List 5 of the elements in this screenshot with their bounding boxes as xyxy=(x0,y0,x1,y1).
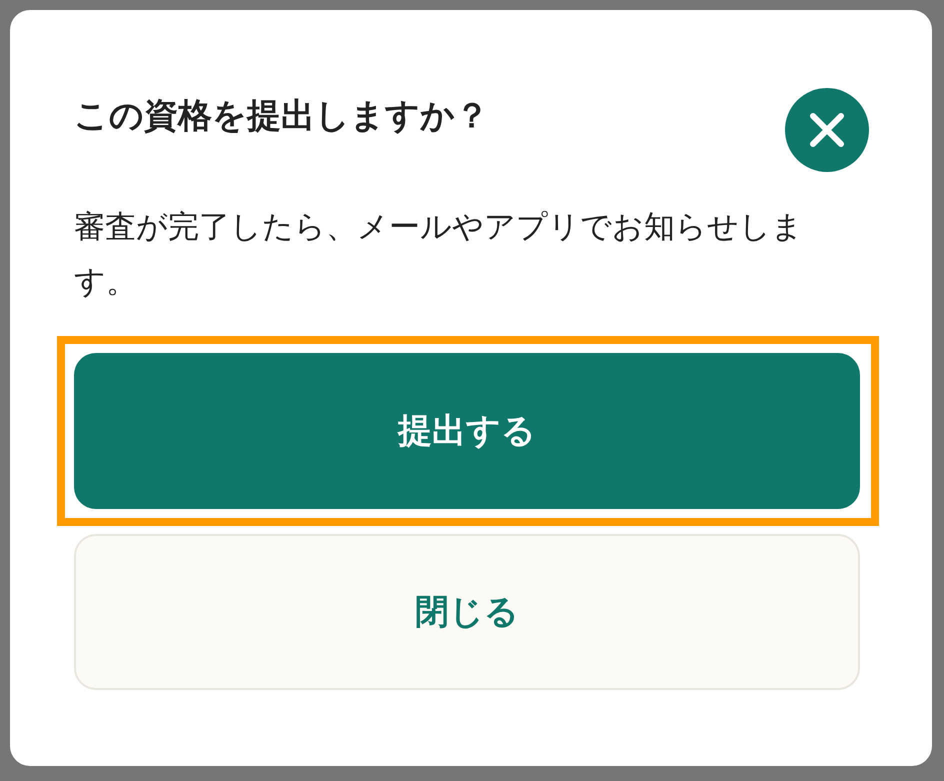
dialog-title: この資格を提出しますか？ xyxy=(74,95,489,138)
submit-button[interactable]: 提出する xyxy=(74,353,860,509)
close-dialog-button[interactable]: 閉じる xyxy=(74,534,860,690)
dialog-message: 審査が完了したら、メールやアプリでお知らせします。 xyxy=(73,208,804,302)
close-icon xyxy=(808,111,846,149)
